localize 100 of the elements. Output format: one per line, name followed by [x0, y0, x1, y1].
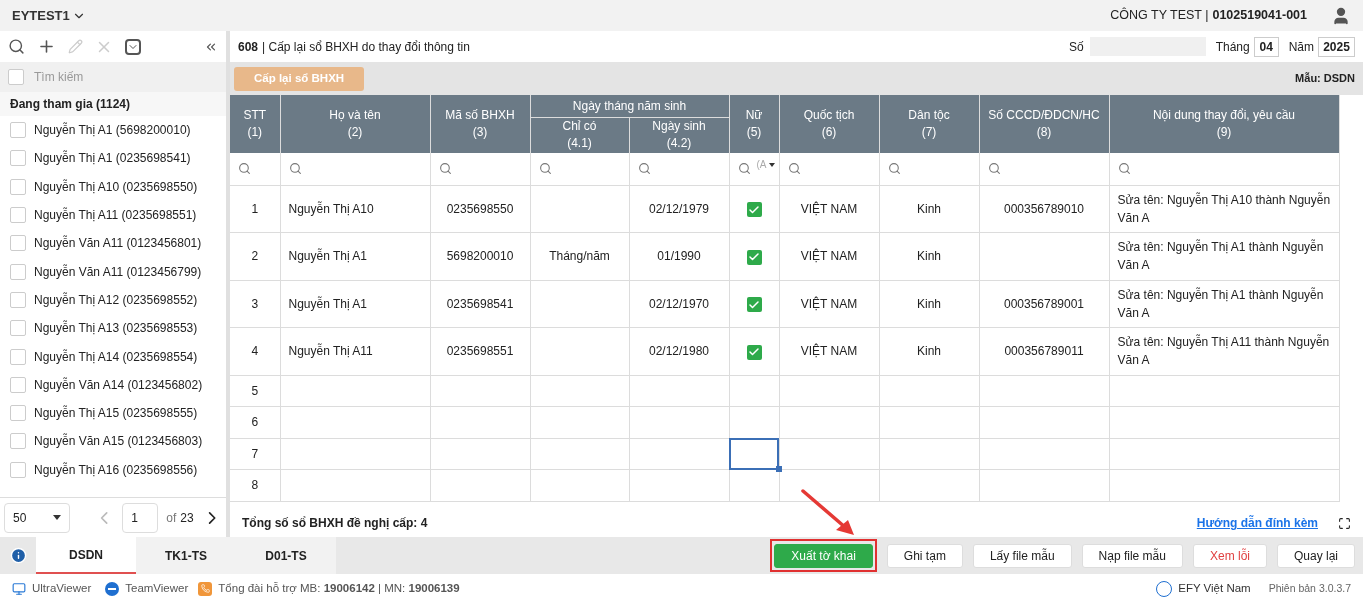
employee-list-item[interactable]: Nguyễn Văn A14 (0123456802) [0, 370, 226, 399]
brand-name: EFY Việt Nam [1178, 580, 1251, 596]
table-cell: 5698200010 [446, 249, 514, 264]
employee-list-item[interactable]: Nguyễn Văn A15 (0123456803) [0, 427, 226, 456]
ultraviewer-link[interactable]: UltraViewer [32, 579, 92, 598]
filter-search-icon[interactable] [438, 162, 452, 176]
employee-list-item[interactable]: Nguyễn Thị A12 (0235698552) [0, 285, 226, 315]
checkbox[interactable] [10, 376, 26, 393]
dropdown-icon[interactable] [125, 38, 141, 55]
checkbox[interactable] [10, 433, 26, 450]
phone-icon [198, 581, 213, 596]
year-label: Năm [1288, 38, 1314, 56]
page-size-select[interactable]: 50 [4, 502, 70, 533]
check-icon [748, 298, 760, 311]
user-icon[interactable] [1331, 5, 1351, 26]
checkbox[interactable] [10, 320, 26, 337]
checkbox[interactable] [10, 263, 26, 280]
action-button[interactable]: Nạp file mẫu [1081, 543, 1183, 568]
employee-list-item[interactable]: Nguyễn Thị A14 (0235698554) [0, 342, 226, 371]
form-title: | Cấp lại sổ BHXH do thay đổi thông tin [262, 38, 470, 56]
checkbox[interactable] [746, 249, 762, 265]
remote-icon[interactable] [105, 581, 120, 596]
select-all-checkbox[interactable] [8, 69, 24, 85]
employee-list-item[interactable]: Nguyễn Thị A1 (5698200010) [0, 116, 226, 145]
brand-logo-icon [1156, 580, 1173, 597]
page-field[interactable]: 1 [122, 502, 159, 533]
checkbox[interactable] [746, 344, 762, 360]
checkbox[interactable] [10, 207, 26, 224]
table-cell: Kinh [917, 344, 941, 359]
action-button[interactable]: Ghi tạm [886, 543, 963, 568]
filter-search-icon[interactable] [538, 162, 552, 176]
table-cell: Nguyễn Thị A11 [288, 344, 373, 359]
table-cell: Sửa tên: Nguyễn Thị A10 thành Nguyễn Văn A [1117, 192, 1331, 225]
total-pages: 23 [180, 509, 194, 527]
tab[interactable]: DSDN [36, 537, 136, 574]
filter-search-icon[interactable] [288, 162, 302, 176]
action-button[interactable]: Quay lại [1276, 543, 1355, 568]
checkbox[interactable] [746, 297, 762, 313]
total-count: Tổng số sổ BHXH đề nghị cấp: 4 [242, 515, 428, 532]
table-cell: Sửa tên: Nguyễn Thị A11 thành Nguyễn Văn A [1117, 335, 1330, 368]
search-field[interactable]: Tìm kiếm [0, 62, 226, 92]
account-name[interactable]: EYTEST1 [12, 5, 70, 26]
table-cell: 1 [251, 201, 259, 216]
employee-list-item[interactable]: Nguyễn Thị A1 (0235698541) [0, 144, 226, 173]
filter-search-icon[interactable] [737, 162, 751, 176]
employee-list-item[interactable]: Nguyễn Thị A16 (0235698556) [0, 455, 226, 484]
filter-search-icon[interactable] [787, 162, 801, 176]
checkbox[interactable] [746, 202, 762, 218]
fullscreen-icon[interactable] [1338, 516, 1351, 530]
table-cell: VIỆT NAM [800, 201, 858, 216]
action-button[interactable]: Lấy file mẫu [972, 543, 1072, 568]
table-cell: Sửa tên: Nguyễn Thị A1 thành Nguyễn Văn A [1117, 287, 1324, 320]
checkbox[interactable] [10, 348, 26, 365]
column-header: Số CCCD/ĐDCN/HC (8) [979, 95, 1109, 153]
table-cell: Nguyễn Thị A1 [288, 249, 367, 264]
employee-list-item[interactable]: Nguyễn Thị A11 (0235698551) [0, 200, 226, 230]
employee-list-item[interactable]: Nguyễn Văn A11 (0123456801) [0, 229, 226, 258]
tab[interactable]: D01-TS [236, 537, 336, 574]
filter-search-icon[interactable] [1117, 162, 1131, 176]
employee-list-item[interactable]: Nguyễn Thị A10 (0235698550) [0, 172, 226, 201]
monitor-icon[interactable] [12, 581, 26, 596]
checkbox[interactable] [10, 461, 26, 478]
filter-search-icon[interactable] [987, 162, 1001, 176]
checkbox[interactable] [10, 150, 26, 167]
column-header: Ngày sinh (4.2) [629, 117, 729, 153]
checkbox[interactable] [10, 291, 26, 308]
filter-search-icon[interactable] [887, 162, 901, 176]
year-field[interactable]: 2025 [1318, 36, 1355, 57]
table-cell: VIỆT NAM [800, 296, 858, 311]
table-cell: 2 [251, 249, 259, 264]
checkbox[interactable] [10, 122, 26, 139]
teamviewer-link[interactable]: TeamViewer [125, 579, 189, 598]
month-field[interactable]: 04 [1253, 36, 1279, 57]
search-icon[interactable] [8, 38, 25, 55]
filter-search-icon[interactable] [238, 162, 251, 176]
table-cell: 000356789011 [1004, 344, 1084, 359]
table-cell: Sửa tên: Nguyễn Thị A1 thành Nguyễn Văn A [1117, 240, 1324, 273]
checkbox[interactable] [10, 178, 26, 195]
fill-handle[interactable] [775, 466, 782, 472]
employee-list-item[interactable]: Nguyễn Văn A11 (0123456799) [0, 257, 226, 286]
employee-list-item[interactable]: Nguyễn Thị A15 (0235698555) [0, 398, 226, 428]
filter-search-icon[interactable] [637, 162, 651, 176]
checkbox[interactable] [10, 235, 26, 252]
help-link[interactable]: Hướng dẫn đính kèm [1196, 514, 1318, 532]
info-icon[interactable] [9, 547, 27, 564]
table-cell: 8 [251, 478, 259, 493]
plus-icon[interactable] [37, 37, 56, 56]
caret-icon [768, 162, 775, 167]
focused-cell[interactable] [729, 438, 779, 470]
tab[interactable]: TK1-TS [136, 537, 236, 574]
employee-list-item[interactable]: Nguyễn Thị A13 (0235698553) [0, 314, 226, 343]
page-of-label: of [166, 509, 177, 527]
table-cell: 02/12/1979 [648, 201, 710, 216]
table-cell: 02/12/1970 [648, 296, 710, 311]
company-name: CÔNG TY TEST | [1110, 6, 1209, 25]
table-cell: 4 [251, 344, 259, 359]
action-button[interactable]: Xem lỗi [1192, 543, 1267, 568]
checkbox[interactable] [10, 405, 26, 422]
number-label: Số [1068, 38, 1084, 56]
column-header: Họ và tên (2) [280, 95, 430, 153]
